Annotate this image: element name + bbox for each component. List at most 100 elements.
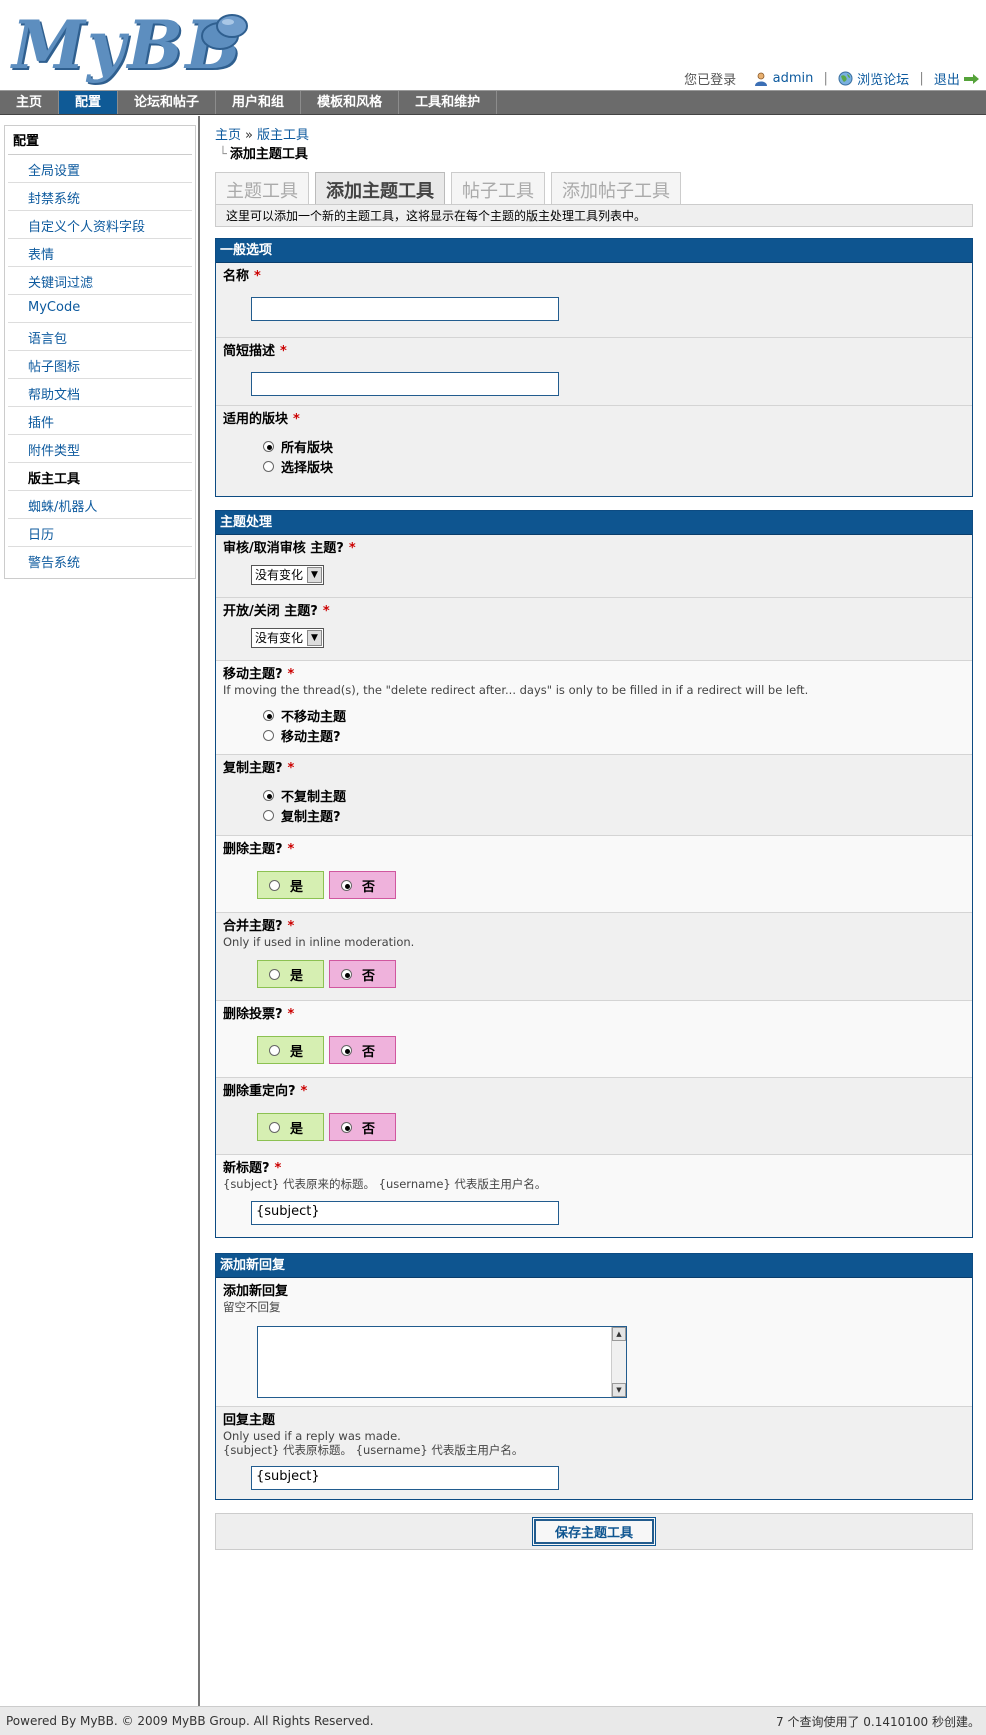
welcome-text: 您已登录 (684, 73, 737, 88)
save-thread-tool-button[interactable]: 保存主题工具 (532, 1517, 656, 1546)
tab-add-post-tool[interactable]: 添加帖子工具 (551, 172, 681, 204)
form-row-open: 开放/关闭 主题? * 没有变化 ▼ (216, 598, 972, 661)
sidebar-item-mod-tools[interactable]: 版主工具 (8, 463, 192, 491)
radio-button[interactable] (341, 1121, 352, 1133)
breadcrumb: 主页» 版主工具 (215, 128, 309, 143)
sidebar-item-label[interactable]: 语言包 (28, 332, 67, 347)
radio-button[interactable] (269, 1121, 280, 1133)
delete-label: 删除主题? (223, 842, 283, 857)
menu-item-tools[interactable]: 工具和维护 (399, 91, 498, 114)
sidebar-item-calendar[interactable]: 日历 (8, 519, 192, 547)
redirect-no-option[interactable]: 否 (329, 1113, 396, 1141)
sidebar-item-label[interactable]: 蜘蛛/机器人 (28, 500, 97, 515)
radio-button[interactable] (341, 879, 352, 891)
poll-no-option[interactable]: 否 (329, 1036, 396, 1064)
sidebar-item-languages[interactable]: 语言包 (8, 323, 192, 351)
delete-redirect-label: 删除重定向? (223, 1084, 296, 1099)
radio-button[interactable] (263, 809, 274, 821)
menu-item-forums[interactable]: 论坛和帖子 (118, 91, 217, 114)
sidebar-item-label[interactable]: 附件类型 (28, 444, 80, 459)
radio-button[interactable] (269, 1044, 280, 1056)
sidebar-item-smilies[interactable]: 表情 (8, 239, 192, 267)
sidebar-item-label[interactable]: 关键词过滤 (28, 276, 93, 291)
tab-thread-tools[interactable]: 主题工具 (215, 172, 309, 204)
sidebar-item-badwords[interactable]: 关键词过滤 (8, 267, 192, 295)
form-row-delete: 删除主题? * 是 否 (216, 836, 972, 913)
sidebar-item-spiders[interactable]: 蜘蛛/机器人 (8, 491, 192, 519)
reply-subject-input[interactable]: {subject} (251, 1466, 559, 1490)
sidebar-item-label[interactable]: 帖子图标 (28, 360, 80, 375)
reply-textarea[interactable]: ▲ ▼ (257, 1326, 627, 1398)
view-board-link[interactable]: 浏览论坛 (857, 73, 909, 88)
chevron-down-icon: ▼ (307, 630, 322, 646)
forum-all-option[interactable]: 所有版块 (263, 436, 965, 456)
sidebar-item-settings[interactable]: 全局设置 (8, 155, 192, 183)
sidebar-item-label[interactable]: 封禁系统 (28, 192, 80, 207)
sidebar-item-banning[interactable]: 封禁系统 (8, 183, 192, 211)
open-label: 开放/关闭 主题? (223, 604, 318, 619)
copy-yes-option[interactable]: 复制主题? (263, 805, 965, 825)
sidebar-item-label[interactable]: 帮助文档 (28, 388, 80, 403)
breadcrumb-mod-tools[interactable]: 版主工具 (257, 128, 309, 143)
copy-no-option[interactable]: 不复制主题 (263, 785, 965, 805)
delete-no-option[interactable]: 否 (329, 871, 396, 899)
delete-yes-option[interactable]: 是 (257, 871, 324, 899)
username-link[interactable]: admin (773, 71, 814, 86)
menu-item-users[interactable]: 用户和组 (216, 91, 302, 114)
move-yes-option[interactable]: 移动主题? (263, 725, 965, 745)
redirect-yes-option[interactable]: 是 (257, 1113, 324, 1141)
scrollbar[interactable]: ▲ ▼ (611, 1327, 626, 1397)
sidebar-item-label[interactable]: 警告系统 (28, 556, 80, 571)
logout-link[interactable]: 退出 (934, 73, 960, 88)
sidebar-item-label[interactable]: 表情 (28, 248, 54, 263)
form-row-forums: 适用的版块 * 所有版块 选择版块 (216, 406, 972, 496)
open-select[interactable]: 没有变化 ▼ (251, 628, 324, 648)
sidebar-item-label[interactable]: 日历 (28, 528, 54, 543)
radio-button[interactable] (263, 709, 274, 721)
sidebar-item-warnings[interactable]: 警告系统 (8, 547, 192, 575)
globe-icon (838, 71, 853, 86)
sidebar-item-profile-fields[interactable]: 自定义个人资料字段 (8, 211, 192, 239)
sidebar-item-attachment-types[interactable]: 附件类型 (8, 435, 192, 463)
tab-add-thread-tool[interactable]: 添加主题工具 (315, 172, 445, 204)
sidebar-item-label[interactable]: 自定义个人资料字段 (28, 220, 145, 235)
chevron-down-icon: ▼ (307, 567, 322, 583)
sidebar-item-label[interactable]: 插件 (28, 416, 54, 431)
radio-button[interactable] (263, 440, 274, 452)
description-input[interactable] (251, 372, 559, 396)
sidebar-item-label[interactable]: 版主工具 (28, 472, 80, 487)
panel-title: 添加新回复 (216, 1254, 972, 1278)
breadcrumb-home[interactable]: 主页 (215, 128, 241, 143)
radio-button[interactable] (263, 460, 274, 472)
sidebar-item-help-docs[interactable]: 帮助文档 (8, 379, 192, 407)
scroll-up-icon[interactable]: ▲ (612, 1327, 626, 1341)
sidebar-item-label[interactable]: MyCode (28, 300, 80, 315)
radio-button[interactable] (263, 789, 274, 801)
scroll-down-icon[interactable]: ▼ (612, 1383, 626, 1397)
move-no-option[interactable]: 不移动主题 (263, 705, 965, 725)
sidebar-item-label[interactable]: 全局设置 (28, 164, 80, 179)
sidebar-item-mycode[interactable]: MyCode (8, 295, 192, 323)
thread-moderation-panel: 主题处理 审核/取消审核 主题? * 没有变化 ▼ 开放/关闭 主题? * 没有变化 ▼… (215, 510, 973, 1238)
sidebar-item-plugins[interactable]: 插件 (8, 407, 192, 435)
approve-select[interactable]: 没有变化 ▼ (251, 565, 324, 585)
radio-button[interactable] (269, 968, 280, 980)
tab-post-tools[interactable]: 帖子工具 (451, 172, 545, 204)
menu-item-home[interactable]: 主页 (0, 91, 60, 114)
menu-item-templates[interactable]: 模板和风格 (301, 91, 400, 114)
copy-label: 复制主题? (223, 761, 283, 776)
radio-button[interactable] (341, 968, 352, 980)
merge-yes-option[interactable]: 是 (257, 960, 324, 988)
poll-yes-option[interactable]: 是 (257, 1036, 324, 1064)
new-subject-input[interactable]: {subject} (251, 1201, 559, 1225)
radio-button[interactable] (341, 1044, 352, 1056)
reply-subject-hint-2: {subject} 代表原标题。 {username} 代表版主用户名。 (223, 1443, 524, 1457)
mybb-logo[interactable]: MyBB (8, 4, 248, 84)
menu-item-config[interactable]: 配置 (59, 91, 119, 114)
radio-button[interactable] (263, 729, 274, 741)
name-input[interactable] (251, 297, 559, 321)
radio-button[interactable] (269, 879, 280, 891)
forum-select-option[interactable]: 选择版块 (263, 456, 965, 476)
sidebar-item-post-icons[interactable]: 帖子图标 (8, 351, 192, 379)
merge-no-option[interactable]: 否 (329, 960, 396, 988)
